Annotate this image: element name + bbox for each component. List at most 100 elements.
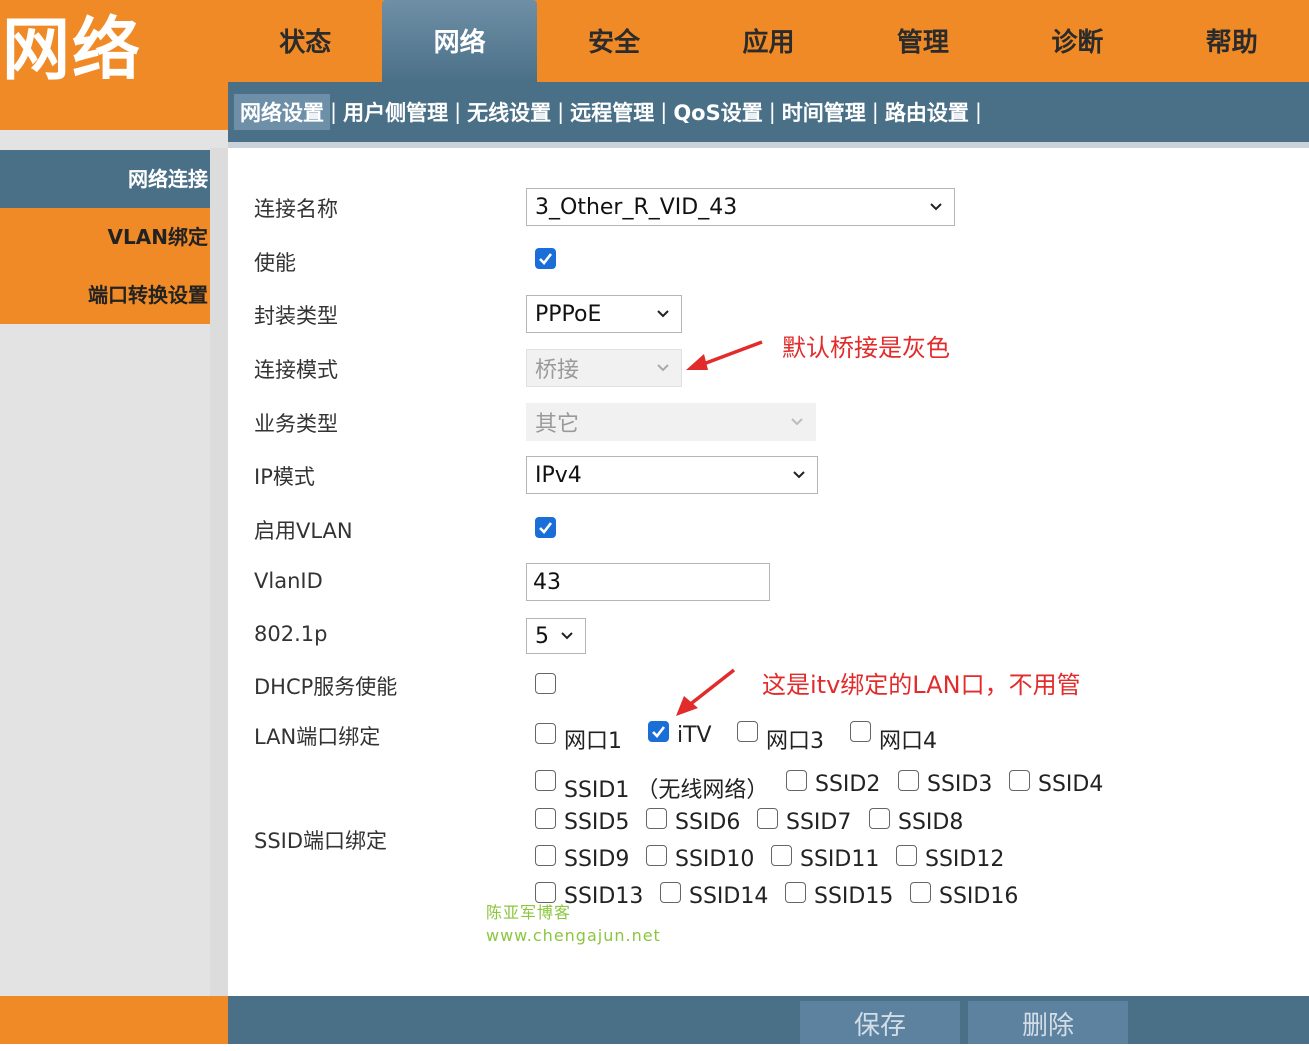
ssid9-label: SSID9 <box>564 847 630 872</box>
sub-nav-item-remote[interactable]: 远程管理 <box>564 94 660 130</box>
chevron-down-icon <box>657 310 669 318</box>
encap-type-select[interactable]: PPPoE <box>526 295 682 333</box>
conn-mode-label: 连接模式 <box>254 358 338 382</box>
vlan-id-input[interactable]: 43 <box>526 563 770 601</box>
ssid1-checkbox[interactable] <box>535 770 556 791</box>
watermark-blog-name: 陈亚军博客 <box>486 903 572 922</box>
sub-nav-item-routing[interactable]: 路由设置 <box>879 94 975 130</box>
ssid2-checkbox[interactable] <box>786 770 807 791</box>
ssid7-checkbox[interactable] <box>757 808 778 829</box>
red-arrow-icon <box>686 340 763 370</box>
sidebar-item-network-connection[interactable]: 网络连接 <box>0 150 210 208</box>
ssid1-label: SSID1 （无线网络） <box>564 778 769 803</box>
ssid12-label: SSID12 <box>925 847 1005 872</box>
vlan-id-label: VlanID <box>254 569 323 593</box>
ssid11-checkbox[interactable] <box>771 845 792 866</box>
chevron-down-icon <box>791 418 803 426</box>
lan-port3-label: 网口3 <box>766 729 824 754</box>
top-nav: 状态 网络 安全 应用 管理 诊断 帮助 <box>228 0 1309 82</box>
ip-mode-label: IP模式 <box>254 465 315 489</box>
vlan-id-value: 43 <box>533 569 561 595</box>
sub-nav-separator: | <box>330 100 338 124</box>
ssid15-checkbox[interactable] <box>785 882 806 903</box>
itv-annotation: 这是itv绑定的LAN口，不用管 <box>762 671 1081 699</box>
sub-nav-separator: | <box>871 100 879 124</box>
lan-port1-checkbox[interactable] <box>535 723 556 744</box>
ssid9-checkbox[interactable] <box>535 845 556 866</box>
ip-mode-select[interactable]: IPv4 <box>526 456 818 494</box>
sub-nav-item-user-side[interactable]: 用户侧管理 <box>337 94 454 130</box>
ssid13-label: SSID13 <box>564 884 644 909</box>
ssid3-checkbox[interactable] <box>898 770 919 791</box>
chevron-down-icon <box>561 632 573 640</box>
connection-name-label: 连接名称 <box>254 197 338 221</box>
enable-checkbox[interactable] <box>535 248 556 269</box>
save-button[interactable]: 保存 <box>800 1001 960 1044</box>
top-nav-item-help[interactable]: 帮助 <box>1155 0 1309 82</box>
encap-type-value: PPPoE <box>535 301 602 327</box>
page-title: 网络 <box>2 11 143 90</box>
ssid8-checkbox[interactable] <box>869 808 890 829</box>
ssid2-label: SSID2 <box>815 772 881 797</box>
sub-nav-separator: | <box>557 100 565 124</box>
ssid10-label: SSID10 <box>675 847 755 872</box>
lan-port3-checkbox[interactable] <box>737 721 758 742</box>
sub-nav: 网络设置 | 用户侧管理 | 无线设置 | 远程管理 | QoS设置 | 时间管… <box>228 82 1309 142</box>
sub-nav-item-qos[interactable]: QoS设置 <box>667 94 768 130</box>
lan-port4-checkbox[interactable] <box>850 721 871 742</box>
conn-mode-value: 桥接 <box>535 358 580 383</box>
ssid3-label: SSID3 <box>927 772 993 797</box>
ssid10-checkbox[interactable] <box>646 845 667 866</box>
sidebar-gutter <box>210 148 228 996</box>
enable-vlan-checkbox[interactable] <box>535 517 556 538</box>
top-nav-item-diagnosis[interactable]: 诊断 <box>1000 0 1154 82</box>
ssid4-checkbox[interactable] <box>1009 770 1030 791</box>
footer-bar: 保存 删除 <box>228 996 1309 1044</box>
service-type-select: 其它 <box>526 403 816 441</box>
dot1p-select[interactable]: 5 <box>526 618 586 654</box>
sub-nav-item-time[interactable]: 时间管理 <box>776 94 872 130</box>
sub-nav-separator: | <box>660 100 668 124</box>
ssid5-checkbox[interactable] <box>535 808 556 829</box>
sub-nav-item-network-settings[interactable]: 网络设置 <box>234 94 330 130</box>
lan-port4-label: 网口4 <box>879 729 937 754</box>
ssid6-label: SSID6 <box>675 810 741 835</box>
ssid12-checkbox[interactable] <box>896 845 917 866</box>
ssid16-checkbox[interactable] <box>910 882 931 903</box>
connection-name-select[interactable]: 3_Other_R_VID_43 <box>526 188 955 226</box>
sidebar-item-port-conversion[interactable]: 端口转换设置 <box>0 266 210 324</box>
sub-nav-item-wireless[interactable]: 无线设置 <box>461 94 557 130</box>
checkmark-icon <box>652 726 666 738</box>
top-nav-item-application[interactable]: 应用 <box>691 0 845 82</box>
sidebar-item-vlan-binding[interactable]: VLAN绑定 <box>0 208 210 266</box>
top-nav-item-management[interactable]: 管理 <box>846 0 1000 82</box>
ssid5-label: SSID5 <box>564 810 630 835</box>
ssid6-checkbox[interactable] <box>646 808 667 829</box>
service-type-label: 业务类型 <box>254 412 338 436</box>
lan-port1-label: 网口1 <box>564 729 622 754</box>
conn-mode-select: 桥接 <box>526 349 682 387</box>
ssid14-checkbox[interactable] <box>660 882 681 903</box>
delete-button[interactable]: 删除 <box>968 1001 1128 1044</box>
ssid8-label: SSID8 <box>898 810 964 835</box>
checkmark-icon <box>539 253 553 265</box>
sub-nav-divider <box>228 142 1309 148</box>
ssid11-label: SSID11 <box>800 847 880 872</box>
top-nav-item-status[interactable]: 状态 <box>228 0 382 82</box>
lan-itv-checkbox[interactable] <box>648 721 669 742</box>
dhcp-enable-checkbox[interactable] <box>535 673 556 694</box>
lan-binding-label: LAN端口绑定 <box>254 725 381 749</box>
service-type-value: 其它 <box>535 412 580 437</box>
chevron-down-icon <box>657 364 669 372</box>
sub-nav-separator: | <box>454 100 462 124</box>
sub-nav-separator: | <box>768 100 776 124</box>
ip-mode-value: IPv4 <box>535 462 582 488</box>
chevron-down-icon <box>793 471 805 479</box>
watermark-url: www.chengajun.net <box>486 926 661 945</box>
top-nav-item-security[interactable]: 安全 <box>537 0 691 82</box>
bridge-annotation: 默认桥接是灰色 <box>782 334 950 362</box>
enable-label: 使能 <box>254 251 296 275</box>
top-nav-item-network[interactable]: 网络 <box>382 0 537 82</box>
dhcp-enable-label: DHCP服务使能 <box>254 675 398 699</box>
ssid14-label: SSID14 <box>689 884 769 909</box>
